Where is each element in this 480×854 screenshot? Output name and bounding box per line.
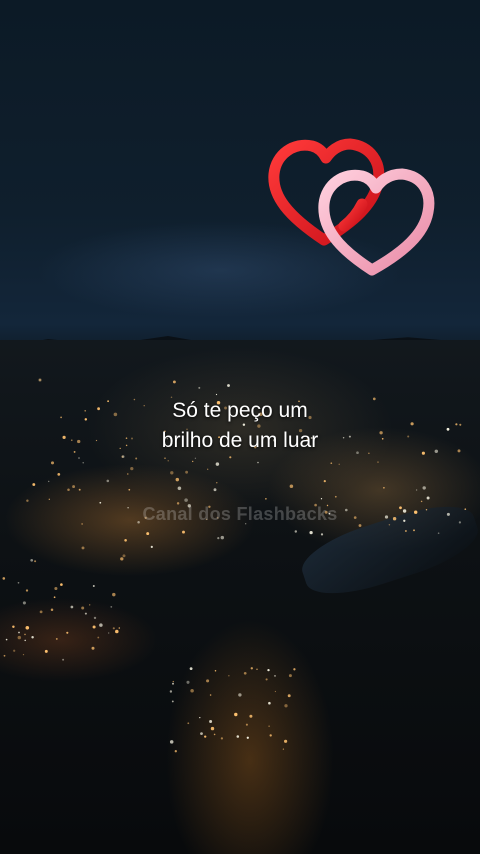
lyrics-caption: Só te peço um brilho de um luar [0, 396, 480, 456]
interlocked-hearts-icon [268, 138, 435, 276]
channel-watermark: Canal dos Flashbacks [142, 504, 338, 524]
video-frame: Só te peço um brilho de um luar Canal do… [0, 0, 480, 854]
lyrics-line-2: brilho de um luar [161, 429, 319, 452]
lyrics-line-1: Só te peço um [172, 399, 308, 422]
